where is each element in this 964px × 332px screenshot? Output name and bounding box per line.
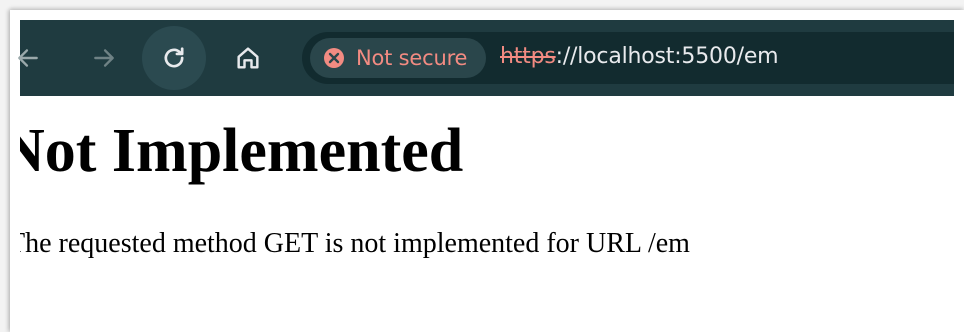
arrow-right-icon	[94, 49, 114, 67]
home-icon	[237, 47, 259, 69]
browser-toolbar: Not secure https://localhost:5500/em	[18, 20, 954, 96]
page-content: Not Implemented The requested method GET…	[20, 96, 954, 322]
forward-button[interactable]	[84, 38, 124, 78]
security-indicator[interactable]: Not secure	[310, 38, 486, 78]
reload-icon	[164, 47, 184, 68]
error-circle-icon	[324, 48, 344, 68]
back-button[interactable]	[8, 38, 48, 78]
security-label: Not secure	[356, 46, 468, 70]
arrow-left-icon	[18, 49, 38, 67]
reload-button[interactable]	[142, 26, 206, 90]
page-title: Not Implemented	[20, 117, 464, 185]
url-path: ://localhost:5500/em	[555, 44, 779, 69]
error-message: The requested method GET is not implemen…	[20, 228, 690, 259]
home-button[interactable]	[228, 38, 268, 78]
url-scheme: https	[500, 44, 556, 69]
url-text[interactable]: https://localhost:5500/em	[500, 44, 779, 69]
address-bar[interactable]: Not secure https://localhost:5500/em	[302, 32, 954, 84]
